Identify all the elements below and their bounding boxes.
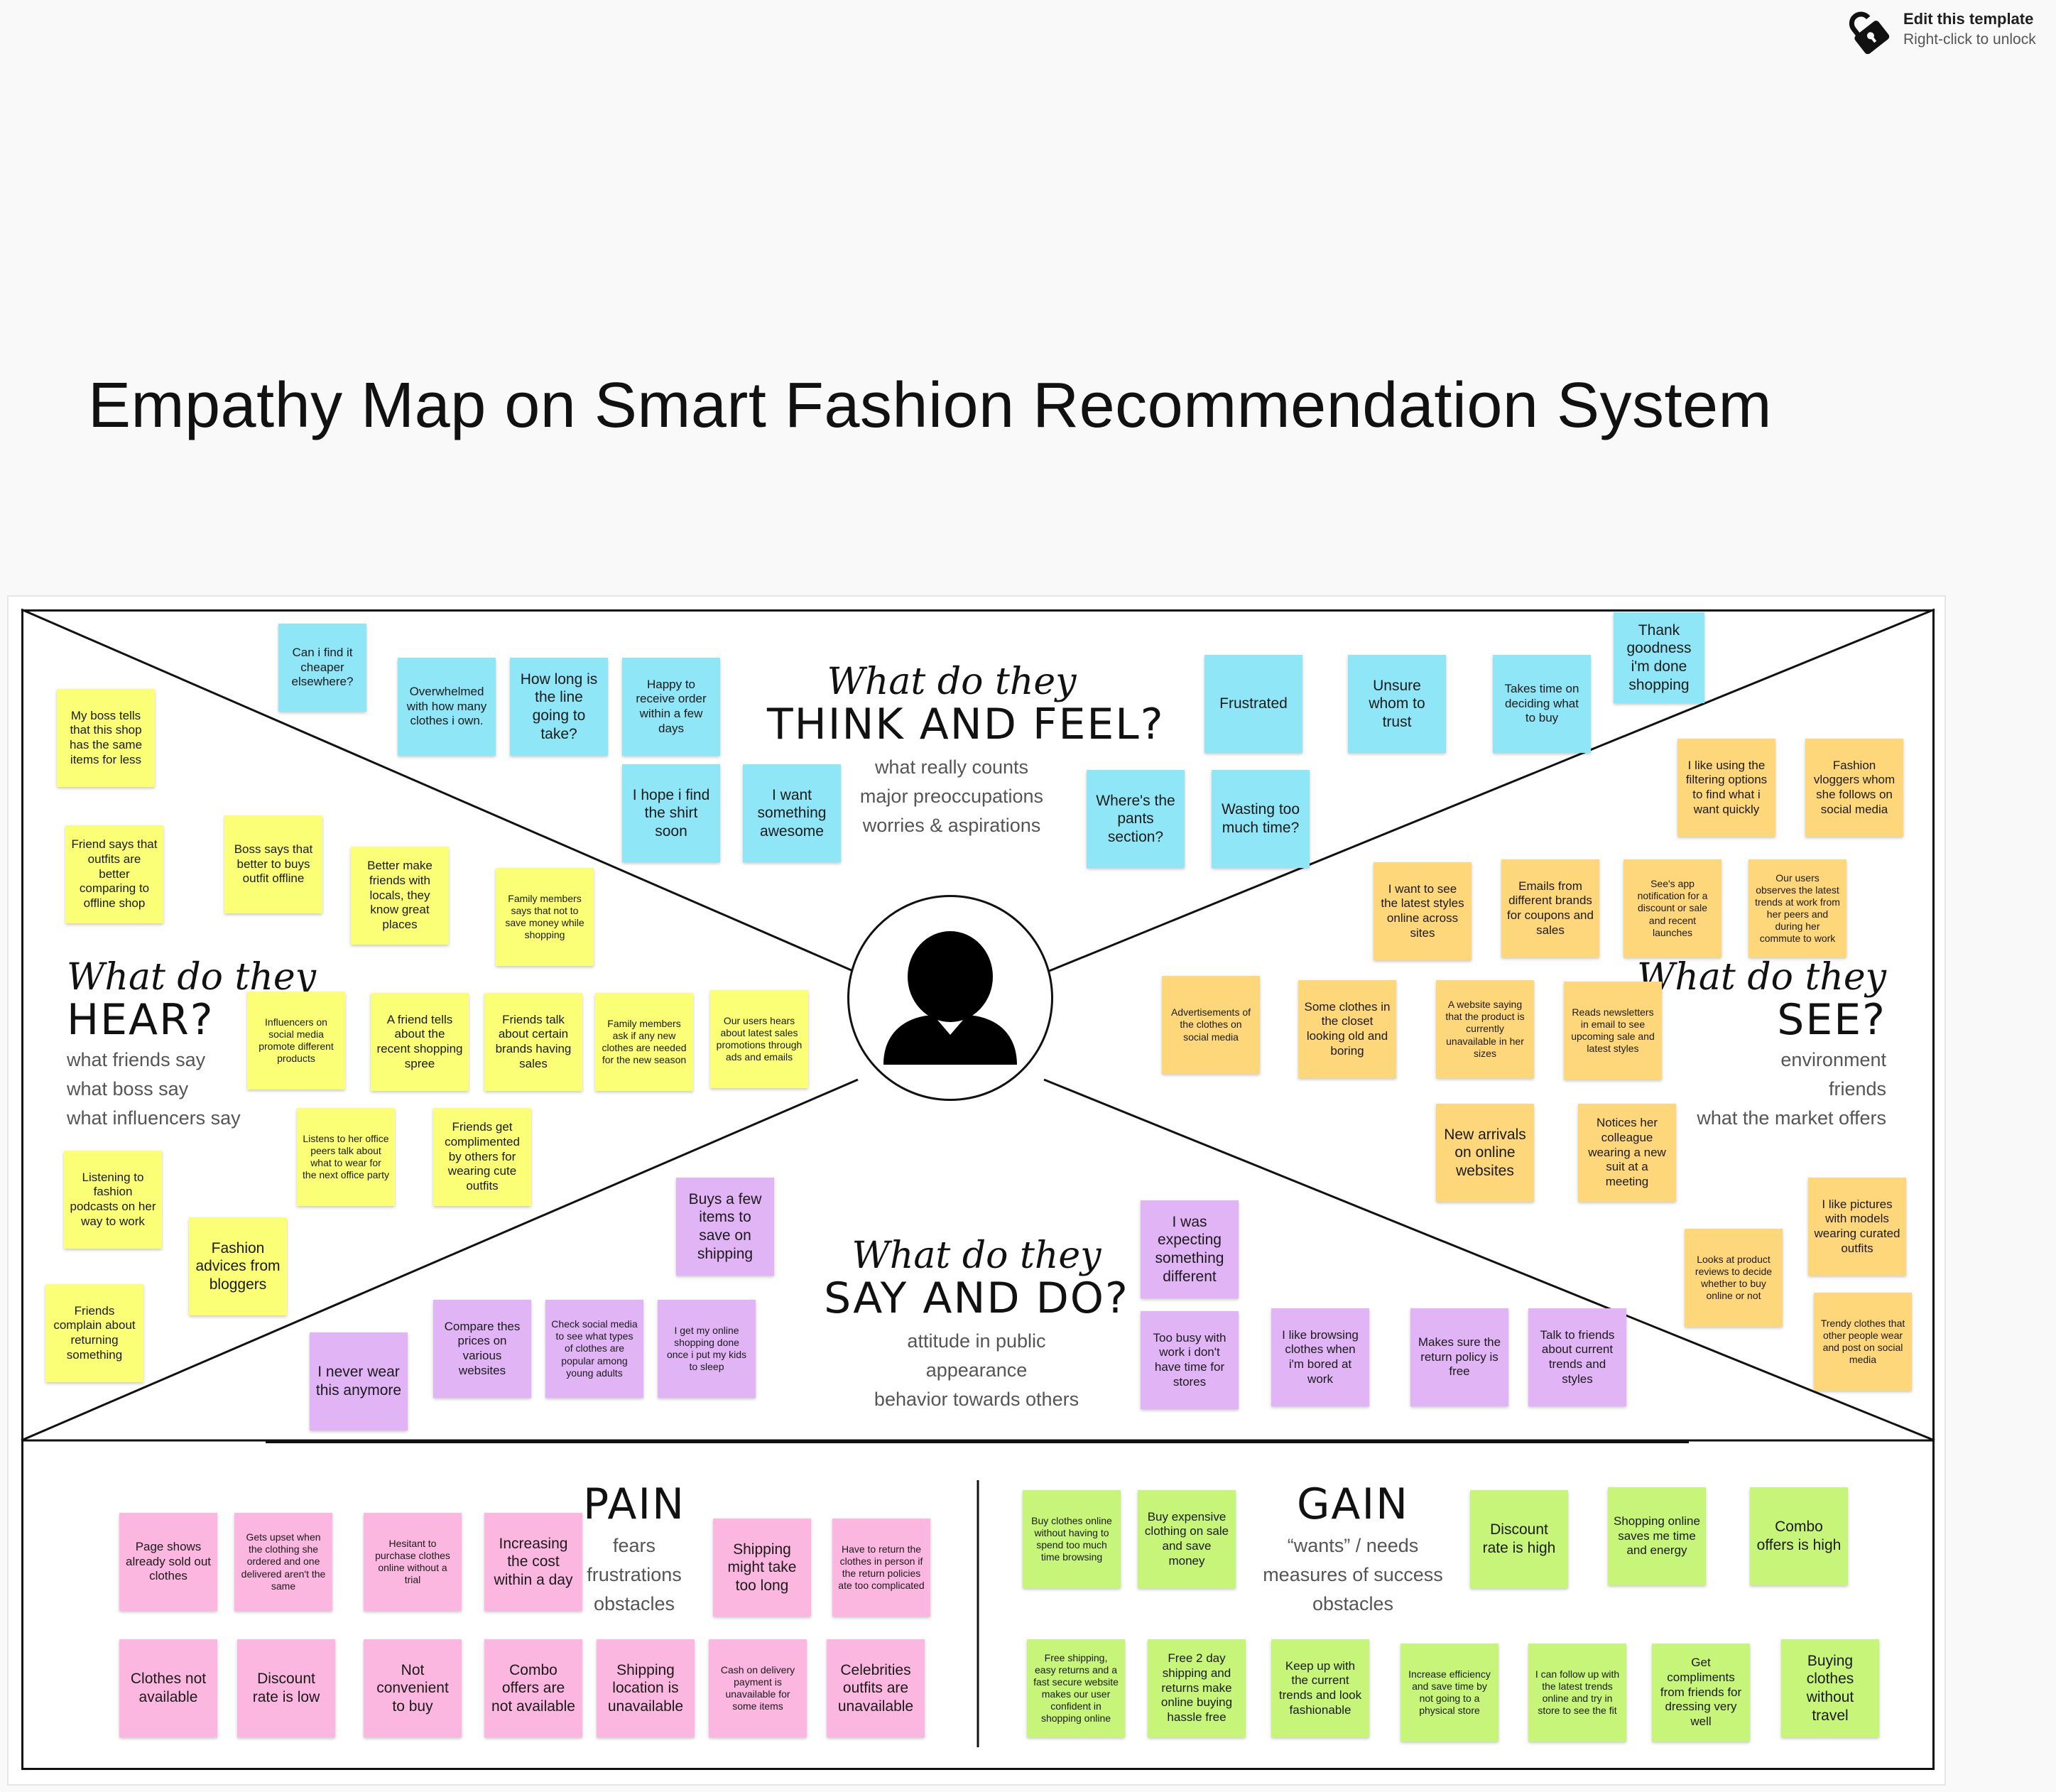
gain-note[interactable]: Get compliments from friends for dressin… [1652, 1644, 1750, 1742]
pain-note[interactable]: Shipping might take too long [713, 1519, 811, 1617]
gain-note[interactable]: Buying clothes without travel [1781, 1639, 1879, 1737]
gain-note[interactable]: Shopping online saves me time and energy [1608, 1487, 1706, 1585]
think-note[interactable]: Unsure whom to trust [1348, 655, 1446, 753]
see-note[interactable]: New arrivals on online websites [1436, 1104, 1534, 1202]
see-note[interactable]: Our users observes the latest trends at … [1748, 859, 1846, 957]
pain-note[interactable]: Page shows already sold out clothes [119, 1513, 217, 1611]
think-note[interactable]: I want something awesome [743, 764, 841, 862]
say-note[interactable]: I never wear this anymore [310, 1332, 408, 1430]
say-note[interactable]: I like browsing clothes when i'm bored a… [1271, 1308, 1369, 1406]
hear-note[interactable]: My boss tells that this shop has the sam… [57, 689, 155, 787]
think-note[interactable]: Happy to receive order within a few days [622, 658, 720, 756]
pain-note[interactable]: Have to return the clothes in person if … [832, 1519, 930, 1617]
hear-note[interactable]: A friend tells about the recent shopping… [371, 993, 469, 1091]
hear-note[interactable]: Listening to fashion podcasts on her way… [64, 1151, 162, 1249]
pain-note[interactable]: Celebrities outfits are unavailable [827, 1639, 925, 1737]
gain-title: GAIN [1296, 1479, 1410, 1529]
see-note[interactable]: Some clothes in the closet looking old a… [1298, 980, 1396, 1078]
think-note[interactable]: Where's the pants section? [1087, 770, 1185, 868]
say-note[interactable]: I get my online shopping done once i put… [658, 1300, 756, 1398]
think-note[interactable]: Takes time on deciding what to buy [1493, 655, 1591, 753]
gain-note[interactable]: Free shipping, easy returns and a fast s… [1027, 1639, 1125, 1737]
hear-note[interactable]: Friends get complimented by others for w… [433, 1108, 531, 1206]
hear-note[interactable]: Friend says that outfits are better comp… [65, 825, 163, 923]
hear-note[interactable]: Our users hears about latest sales promo… [710, 990, 808, 1088]
pain-note[interactable]: Hesitant to purchase clothes online with… [364, 1513, 462, 1611]
hear-note[interactable]: Family members says that not to save mon… [496, 868, 594, 966]
see-note[interactable]: Looks at product reviews to decide wheth… [1685, 1229, 1783, 1327]
gain-heading: GAIN “wants” / needs measures of success… [1236, 1483, 1470, 1619]
see-note[interactable]: Advertisements of the clothes on social … [1162, 976, 1260, 1074]
gain-note[interactable]: Buy clothes online without having to spe… [1023, 1490, 1121, 1588]
hear-note[interactable]: Boss says that better to buys outfit off… [224, 815, 322, 913]
say-note[interactable]: I was expecting something different [1141, 1200, 1239, 1298]
think-feel-title: THINK AND FEEL? [767, 700, 1165, 749]
gain-note[interactable]: I can follow up with the latest trends o… [1528, 1644, 1626, 1742]
hear-note[interactable]: Family members ask if any new clothes ar… [595, 993, 693, 1091]
think-note[interactable]: I hope i find the shirt soon [622, 764, 720, 862]
think-note[interactable]: Can i find it cheaper elsewhere? [278, 624, 366, 712]
hear-note[interactable]: Listens to her office peers talk about w… [297, 1108, 395, 1206]
hear-note[interactable]: Friends talk about certain brands having… [484, 993, 582, 1091]
see-note[interactable]: See's app notification for a discount or… [1623, 859, 1722, 957]
gain-note[interactable]: Increase efficiency and save time by not… [1400, 1644, 1499, 1742]
see-note[interactable]: Notices her colleague wearing a new suit… [1578, 1104, 1676, 1202]
gain-note[interactable]: Combo offers is high [1750, 1487, 1848, 1585]
see-note[interactable]: Fashion vloggers whom she follows on soc… [1805, 739, 1903, 837]
gain-note[interactable]: Keep up with the current trends and look… [1271, 1639, 1369, 1737]
pain-note[interactable]: Combo offers are not available [484, 1639, 582, 1737]
see-note[interactable]: I like using the filtering options to fi… [1677, 739, 1775, 837]
see-note[interactable]: I want to see the latest styles online a… [1374, 862, 1472, 960]
user-avatar [847, 895, 1053, 1101]
gain-note[interactable]: Discount rate is high [1470, 1490, 1568, 1588]
pain-note[interactable]: Clothes not available [119, 1639, 217, 1737]
think-note[interactable]: How long is the line going to take? [510, 658, 608, 756]
hear-note[interactable]: Friends complain about returning somethi… [45, 1284, 143, 1382]
gain-note[interactable]: Free 2 day shipping and returns make onl… [1148, 1639, 1246, 1737]
think-note[interactable]: Wasting too much time? [1212, 770, 1310, 868]
see-note[interactable]: Emails from different brands for coupons… [1501, 859, 1599, 957]
pain-note[interactable]: Not convenient to buy [364, 1639, 462, 1737]
hear-note[interactable]: Better make friends with locals, they kn… [351, 847, 449, 945]
see-note[interactable]: Reads newsletters in email to see upcomi… [1564, 982, 1662, 1080]
see-note[interactable]: Trendy clothes that other people wear an… [1814, 1293, 1912, 1391]
pain-note[interactable]: Discount rate is low [237, 1639, 335, 1737]
say-do-heading: What do they SAY AND DO? attitude in pub… [788, 1234, 1165, 1414]
user-silhouette-icon [883, 931, 1017, 1065]
think-note[interactable]: Overwhelmed with how many clothes i own. [398, 658, 496, 756]
pain-note[interactable]: Gets upset when the clothing she ordered… [234, 1513, 332, 1611]
pain-note[interactable]: Cash on delivery payment is unavailable … [709, 1639, 807, 1737]
think-note[interactable]: Frustrated [1204, 655, 1302, 753]
think-note[interactable]: Thank goodness i'm done shopping [1614, 612, 1704, 703]
say-note[interactable]: Makes sure the return policy is free [1410, 1308, 1508, 1406]
say-note[interactable]: Too busy with work i don't have time for… [1141, 1311, 1239, 1409]
see-note[interactable]: A website saying that the product is cur… [1436, 980, 1534, 1078]
say-note[interactable]: Check social media to see what types of … [545, 1300, 643, 1398]
pain-note[interactable]: Increasing the cost within a day [484, 1513, 582, 1611]
gain-note[interactable]: Buy expensive clothing on sale and save … [1138, 1490, 1236, 1588]
see-note[interactable]: I like pictures with models wearing cura… [1808, 1178, 1906, 1276]
say-note[interactable]: Talk to friends about current trends and… [1528, 1308, 1626, 1406]
pain-note[interactable]: Shipping location is unavailable [597, 1639, 695, 1737]
say-note[interactable]: Buys a few items to save on shipping [676, 1178, 774, 1276]
hear-note[interactable]: Influencers on social media promote diff… [247, 992, 345, 1090]
say-do-title: SAY AND DO? [824, 1274, 1129, 1323]
say-note[interactable]: Compare thes prices on various websites [433, 1300, 531, 1398]
hear-note[interactable]: Fashion advices from bloggers [189, 1217, 287, 1315]
